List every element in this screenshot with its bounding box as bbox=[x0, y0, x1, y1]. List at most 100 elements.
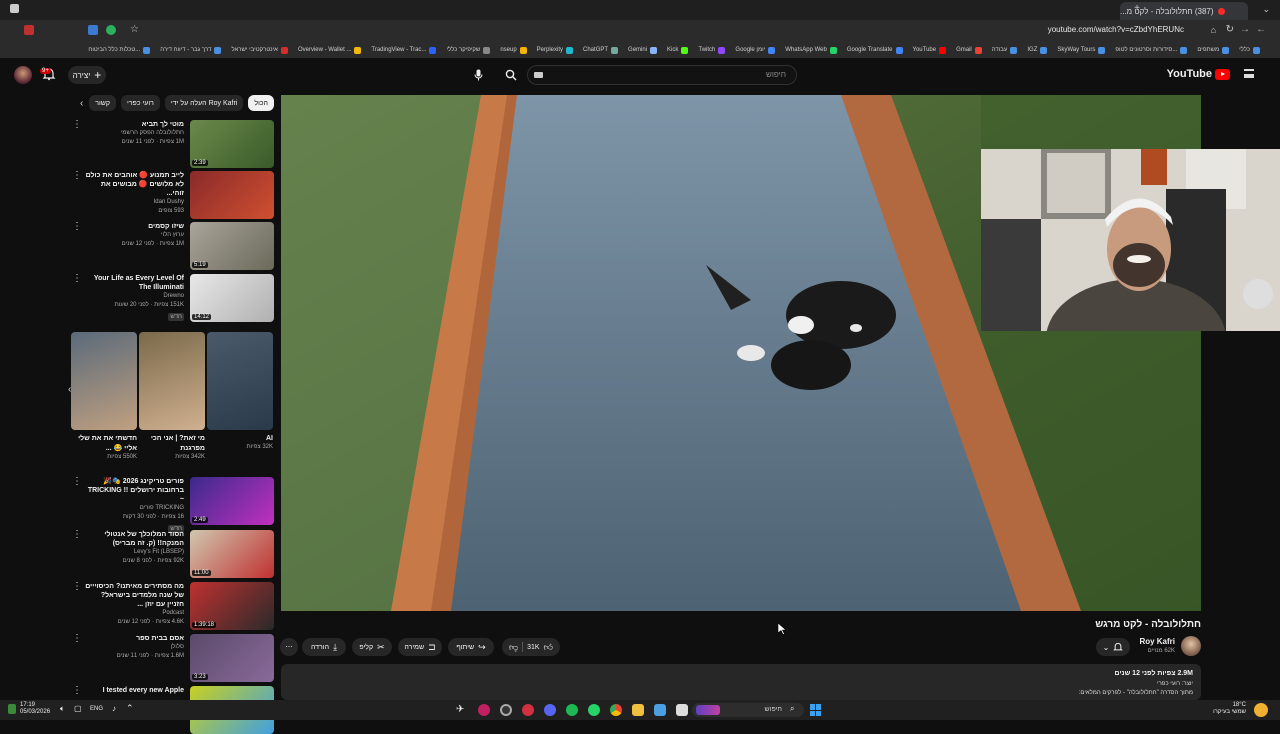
defender-icon[interactable] bbox=[8, 704, 16, 714]
short-thumbnail[interactable] bbox=[139, 332, 205, 430]
bookmark-item[interactable]: TradingView - Trac... bbox=[371, 46, 437, 54]
more-options-icon[interactable]: ⋮ bbox=[72, 274, 82, 284]
thumbs-down-icon[interactable]: 👎︎ bbox=[509, 642, 518, 653]
language-indicator[interactable]: ENG bbox=[90, 706, 103, 712]
network-icon[interactable]: ▢ bbox=[74, 704, 82, 713]
more-options-icon[interactable]: ⋮ bbox=[72, 530, 82, 540]
shorts-prev-icon[interactable]: ‹ bbox=[68, 384, 71, 395]
bookmark-item[interactable]: טכלות כלל הביטוח... bbox=[88, 46, 151, 54]
extension-icon[interactable] bbox=[24, 25, 34, 35]
home-icon[interactable]: ⌂ bbox=[1211, 25, 1216, 35]
share-button[interactable]: שיתוף ↪ bbox=[448, 638, 494, 656]
taskbar-app-icon[interactable] bbox=[654, 704, 666, 716]
bookmark-item[interactable]: nseup bbox=[500, 46, 527, 54]
video-thumbnail[interactable]: 11:00 bbox=[190, 530, 274, 578]
file-explorer-icon[interactable] bbox=[632, 704, 644, 716]
bookmark-item[interactable]: אינטרקטיבי ישראל bbox=[231, 46, 288, 54]
search-button[interactable] bbox=[500, 65, 522, 85]
related-video-item[interactable]: 5:19 שיזו קסמים ערוץ הלוי 1M צפיות · לפני 1… bbox=[70, 222, 274, 270]
filter-chip[interactable]: רועי כפרי bbox=[121, 95, 160, 111]
bookmark-item[interactable]: דרך גבר - דיווח דירה bbox=[160, 46, 222, 54]
more-options-icon[interactable]: ⋮ bbox=[72, 120, 82, 130]
bookmark-item[interactable]: Gmail bbox=[956, 46, 982, 54]
more-options-icon[interactable]: ⋮ bbox=[72, 477, 82, 487]
spotify-icon[interactable] bbox=[566, 704, 578, 716]
back-icon[interactable]: ← bbox=[1256, 24, 1266, 35]
bookmark-item[interactable]: SkyWay Tours bbox=[1057, 46, 1106, 54]
bookmark-item[interactable]: עבודה bbox=[992, 46, 1018, 54]
bookmark-item[interactable]: Overview - Wallet ... bbox=[298, 46, 362, 54]
short-title[interactable]: מי זאת? | אני הכי מפרגנת bbox=[139, 434, 205, 454]
chevron-left-icon[interactable]: ‹ bbox=[80, 98, 83, 109]
more-options-icon[interactable]: ⋮ bbox=[72, 222, 82, 232]
video-thumbnail[interactable]: 5:19 bbox=[190, 222, 274, 270]
weather-widget[interactable]: 18°C שמשי בעיקרו bbox=[1213, 702, 1246, 716]
star-icon[interactable]: ☆ bbox=[130, 24, 139, 35]
video-thumbnail[interactable]: 2:39 bbox=[190, 120, 274, 168]
video-thumbnail[interactable]: 2:49 bbox=[190, 477, 274, 525]
video-title[interactable]: הסוד המלוכלך של אנטולי המנקה!! (ק. זה מב… bbox=[84, 530, 184, 548]
related-video-item[interactable]: 14:12 Your Life as Every Level Of The Ill… bbox=[70, 274, 274, 322]
voice-search-button[interactable] bbox=[470, 67, 486, 83]
channel-avatar[interactable] bbox=[1181, 636, 1201, 656]
short-thumbnail[interactable] bbox=[207, 332, 273, 430]
menu-icon[interactable] bbox=[1244, 69, 1254, 78]
related-video-item[interactable]: 11:00 הסוד המלוכלך של אנטולי המנקה!! (ק. … bbox=[70, 530, 274, 578]
taskbar-app-icon[interactable] bbox=[500, 704, 512, 716]
bookmark-item[interactable]: Google יומן bbox=[735, 46, 776, 54]
filter-chip[interactable]: הכול bbox=[248, 95, 274, 111]
chevron-up-icon[interactable]: ⌃ bbox=[126, 703, 134, 714]
chrome-icon[interactable] bbox=[610, 704, 622, 716]
save-button[interactable]: שמירה ⊐ bbox=[398, 638, 442, 656]
video-title[interactable]: שיזו קסמים bbox=[84, 222, 184, 231]
windows-start-icon[interactable] bbox=[810, 704, 822, 716]
video-title[interactable]: פורים טריקינג 2026 🎭🎉 ברחובות ירושלים !!… bbox=[84, 477, 184, 504]
account-avatar[interactable] bbox=[14, 66, 32, 84]
video-title[interactable]: מוטי לך תביא bbox=[84, 120, 184, 129]
window-icon[interactable] bbox=[10, 4, 19, 13]
bookmark-item[interactable]: כללי bbox=[1239, 46, 1260, 54]
bookmark-item[interactable]: WhatsApp Web bbox=[785, 46, 837, 54]
bookmark-item[interactable]: Twitch bbox=[698, 46, 726, 54]
extension-icon[interactable] bbox=[106, 25, 116, 35]
bookmark-item[interactable]: משתפים bbox=[1197, 46, 1230, 54]
video-thumbnail[interactable] bbox=[190, 171, 274, 219]
related-video-item[interactable]: לייב תמנוע 🔴 אוהבים את כולם לא מלושים 🔴 … bbox=[70, 171, 274, 219]
video-title[interactable]: אסם בבית ספר bbox=[84, 634, 184, 643]
forward-icon[interactable]: → bbox=[1240, 24, 1250, 35]
bookmark-item[interactable]: Google Translate bbox=[847, 46, 903, 54]
taskbar-app-icon[interactable] bbox=[478, 704, 490, 716]
search-input[interactable]: חיפוש bbox=[527, 65, 797, 85]
create-button[interactable]: יצירה + bbox=[68, 66, 106, 84]
video-title[interactable]: Your Life as Every Level Of The Illumina… bbox=[84, 274, 184, 292]
more-options-icon[interactable]: ⋮ bbox=[72, 634, 82, 644]
subscribed-button[interactable]: ⌄ bbox=[1096, 638, 1130, 656]
description-box[interactable]: 2.9M צפיות לפני 12 שנים יוצר: רועי כפרי … bbox=[281, 664, 1201, 700]
more-options-icon[interactable]: ⋮ bbox=[72, 171, 82, 181]
bookmark-item[interactable]: שקיפיקר כללי bbox=[446, 46, 491, 54]
like-count[interactable]: 31K bbox=[527, 644, 539, 651]
mic-icon[interactable]: ♪ bbox=[112, 704, 116, 713]
bookmark-item[interactable]: Gemini bbox=[628, 46, 658, 54]
new-tab-icon[interactable]: + bbox=[1134, 3, 1140, 14]
taskbar-app-icon[interactable] bbox=[676, 704, 688, 716]
video-title[interactable]: I tested every new Apple bbox=[84, 686, 184, 695]
bookmark-item[interactable]: סידורות וסרטונים לטופ... bbox=[1115, 46, 1188, 54]
video-thumbnail[interactable]: 14:12 bbox=[190, 274, 274, 322]
video-title[interactable]: מה מסתירים מאיתנו? הכיסוייים של שנה מלמד… bbox=[84, 582, 184, 609]
video-thumbnail[interactable]: 3:23 bbox=[190, 634, 274, 682]
bookmark-item[interactable]: YouTube bbox=[913, 46, 947, 54]
url-field[interactable]: youtube.com/watch?v=cZbdYhERUNc bbox=[1048, 25, 1184, 34]
keyboard-icon[interactable] bbox=[534, 72, 543, 78]
video-title[interactable]: לייב תמנוע 🔴 אוהבים את כולם לא מלושים 🔴 … bbox=[84, 171, 184, 198]
bookmark-item[interactable]: ChatGPT bbox=[583, 46, 619, 54]
chevron-down-icon[interactable]: ⌄ bbox=[1262, 4, 1270, 15]
filter-chip[interactable]: העלה על ידי Roy Kafri bbox=[164, 95, 244, 111]
bookmark-item[interactable]: IGZ bbox=[1027, 46, 1048, 54]
whatsapp-icon[interactable] bbox=[588, 704, 600, 716]
channel-name[interactable]: Roy Kafri bbox=[1139, 637, 1175, 646]
clock[interactable]: 17:19 05/03/2026 bbox=[20, 702, 50, 716]
volume-icon[interactable]: 🔈︎ bbox=[60, 704, 65, 714]
filter-chip[interactable]: קשור bbox=[89, 95, 116, 111]
related-video-item[interactable]: 2:49 פורים טריקינג 2026 🎭🎉 ברחובות ירושלי… bbox=[70, 477, 274, 533]
